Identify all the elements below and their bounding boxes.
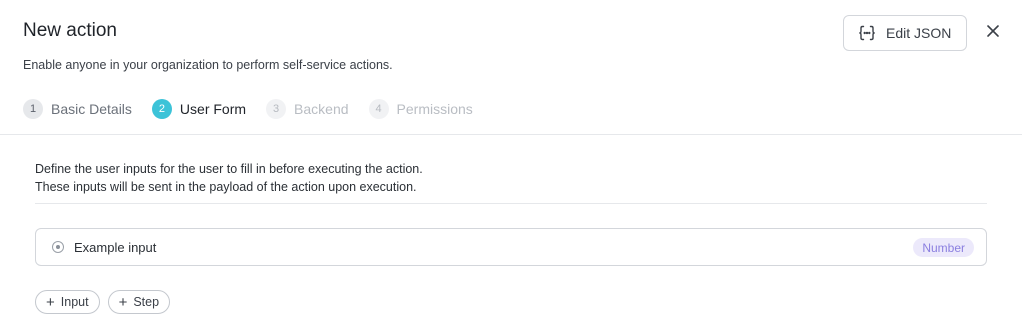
user-input-name: Example input: [74, 239, 157, 255]
user-input-row[interactable]: Example input Number: [35, 228, 987, 266]
add-step-button[interactable]: + Step: [107, 290, 171, 314]
step-number: 3: [266, 99, 287, 119]
divider: [35, 203, 987, 204]
step-number: 4: [368, 99, 389, 119]
step-label: Backend: [294, 101, 349, 117]
user-form-description: Define the user inputs for the user to f…: [35, 160, 423, 196]
dialog-title: New action: [23, 20, 117, 41]
step-basic-details[interactable]: 1 Basic Details: [23, 99, 132, 119]
step-permissions[interactable]: 4 Permissions: [368, 99, 473, 119]
step-label: Basic Details: [51, 101, 132, 117]
description-line: These inputs will be sent in the payload…: [35, 180, 417, 194]
step-user-form[interactable]: 2 User Form: [151, 99, 247, 119]
edit-json-button[interactable]: Edit JSON: [843, 15, 967, 51]
add-buttons: + Input + Step: [35, 290, 178, 314]
add-step-label: Step: [133, 295, 160, 309]
step-label: User Form: [179, 101, 247, 117]
step-number: 2: [151, 99, 172, 119]
edit-json-label: Edit JSON: [886, 25, 952, 41]
step-label: Permissions: [396, 101, 473, 117]
input-type-badge: Number: [913, 238, 974, 257]
add-input-label: Input: [60, 295, 89, 309]
code-braces-icon: [858, 24, 876, 42]
step-backend[interactable]: 3 Backend: [266, 99, 349, 119]
dialog-header: New action Enable anyone in your organiz…: [0, 0, 1022, 135]
radio-icon: [52, 241, 64, 253]
description-line: Define the user inputs for the user to f…: [35, 162, 423, 176]
close-button[interactable]: [983, 23, 1003, 43]
close-icon: [986, 24, 1000, 43]
stepper: 1 Basic Details 2 User Form 3 Backend 4 …: [23, 99, 493, 119]
add-input-button[interactable]: + Input: [35, 290, 100, 314]
plus-icon: +: [46, 293, 55, 311]
dialog-subtitle: Enable anyone in your organization to pe…: [23, 58, 393, 72]
step-number: 1: [23, 99, 43, 119]
plus-icon: +: [118, 293, 128, 311]
